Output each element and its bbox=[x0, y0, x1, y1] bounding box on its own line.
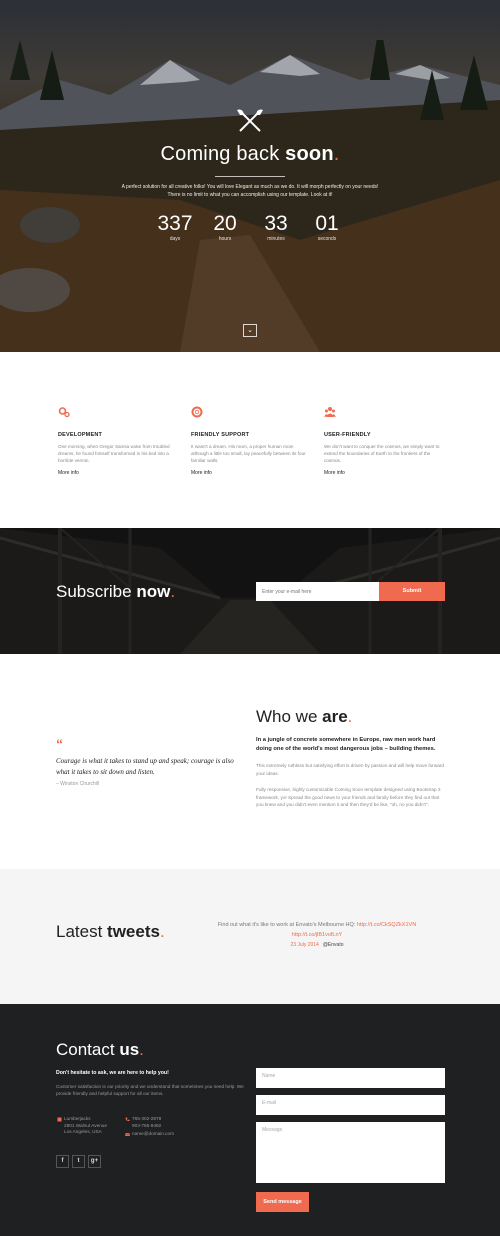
twitter-button[interactable]: t bbox=[72, 1155, 85, 1168]
envelope-icon bbox=[125, 1132, 130, 1136]
more-info-link[interactable]: More info bbox=[324, 470, 444, 476]
google-plus-icon: g+ bbox=[90, 1158, 99, 1164]
about-paragraph: Fully responsive, highly customizable Co… bbox=[256, 787, 441, 807]
tweet-date: 23 July 2014 bbox=[290, 942, 319, 948]
hero-title: Coming back soon. bbox=[160, 143, 340, 165]
feature-user-friendly: USER-FRIENDLY We don't want to conquer t… bbox=[324, 405, 444, 476]
contact-text: Customer satisfaction is our priority an… bbox=[56, 1084, 244, 1096]
more-info-link[interactable]: More info bbox=[191, 470, 311, 476]
feature-title: DEVELOPMENT bbox=[58, 432, 103, 438]
quote-author: – Winston Churchill bbox=[56, 781, 100, 787]
contact-email[interactable]: name@domain.com bbox=[132, 1131, 174, 1138]
hero-description: A perfect solution for all creative folk… bbox=[121, 184, 379, 198]
users-icon bbox=[324, 407, 336, 417]
phone-icon bbox=[125, 1117, 130, 1122]
countdown-seconds: 01 seconds bbox=[315, 212, 339, 242]
facebook-button[interactable]: f bbox=[56, 1155, 69, 1168]
more-info-link[interactable]: More info bbox=[58, 470, 178, 476]
contact-phones: 765-302-2878 903-765-9492 bbox=[132, 1116, 162, 1128]
feature-development: DEVELOPMENT One morning, when Gregor Sam… bbox=[58, 405, 178, 476]
contact-name-input[interactable]: Name bbox=[256, 1068, 445, 1088]
send-message-button[interactable]: Send message bbox=[256, 1192, 309, 1212]
about-lead: In a jungle of concrete somewhere in Eur… bbox=[256, 737, 436, 752]
crossed-axes-logo-icon bbox=[237, 109, 263, 132]
quote-text: Courage is what it takes to stand up and… bbox=[56, 757, 234, 776]
feature-friendly-support: FRIENDLY SUPPORT It wasn't a dream. His … bbox=[191, 405, 311, 476]
feature-text: It wasn't a dream. His room, a proper hu… bbox=[191, 444, 306, 463]
countdown-minutes: 33 minutes bbox=[264, 212, 288, 242]
tweet-meta: 23 July 2014 @Envato bbox=[200, 942, 434, 948]
subscribe-email-input[interactable] bbox=[256, 582, 379, 601]
contact-lead: Don't hesitate to ask, we are here to he… bbox=[56, 1070, 169, 1076]
chevron-down-icon: ⌄ bbox=[247, 327, 253, 334]
tweet-user[interactable]: @Envato bbox=[323, 942, 344, 948]
twitter-icon: t bbox=[77, 1158, 80, 1164]
facebook-icon: f bbox=[61, 1158, 64, 1164]
tweet-link[interactable]: http://t.co/CkSQZkX1VN bbox=[357, 922, 416, 928]
about-paragraph: This extremely ruthless but satisfying e… bbox=[256, 763, 445, 776]
about-title: Who we are. bbox=[256, 707, 353, 726]
feature-text: One morning, when Gregor Samsa woke from… bbox=[58, 444, 170, 463]
countdown-days: 337 days bbox=[157, 212, 193, 242]
subscribe-title: Subscribe now. bbox=[56, 582, 176, 601]
feature-text: We don't want to conquer the cosmos, we … bbox=[324, 444, 440, 463]
quote-icon: “ bbox=[56, 736, 63, 752]
contact-address: Lumberjacks 2801 Walnut Avenue Los Angeles… bbox=[64, 1116, 108, 1134]
hero-section: Coming back soon. A perfect solution for… bbox=[0, 0, 500, 352]
lifebuoy-icon bbox=[191, 406, 203, 418]
tweet-text: Find out what it's like to work at Envat… bbox=[217, 922, 417, 938]
subscribe-submit-button[interactable]: Submit bbox=[379, 582, 445, 601]
contact-email-input[interactable]: E-mail bbox=[256, 1095, 445, 1115]
tweets-title: Latest tweets. bbox=[56, 922, 165, 941]
tweet-link[interactable]: http://t.co/jlB1vofLnY bbox=[292, 932, 342, 938]
contact-title: Contact us. bbox=[56, 1040, 144, 1059]
google-plus-button[interactable]: g+ bbox=[88, 1155, 101, 1168]
hero-divider bbox=[215, 176, 285, 177]
countdown-hours: 20 hours bbox=[213, 212, 237, 242]
building-icon bbox=[57, 1117, 62, 1122]
contact-message-textarea[interactable]: Message bbox=[256, 1122, 445, 1183]
scroll-down-button[interactable]: ⌄ bbox=[243, 324, 257, 337]
feature-title: FRIENDLY SUPPORT bbox=[191, 432, 250, 438]
gears-icon bbox=[58, 407, 70, 418]
feature-title: USER-FRIENDLY bbox=[324, 432, 371, 438]
